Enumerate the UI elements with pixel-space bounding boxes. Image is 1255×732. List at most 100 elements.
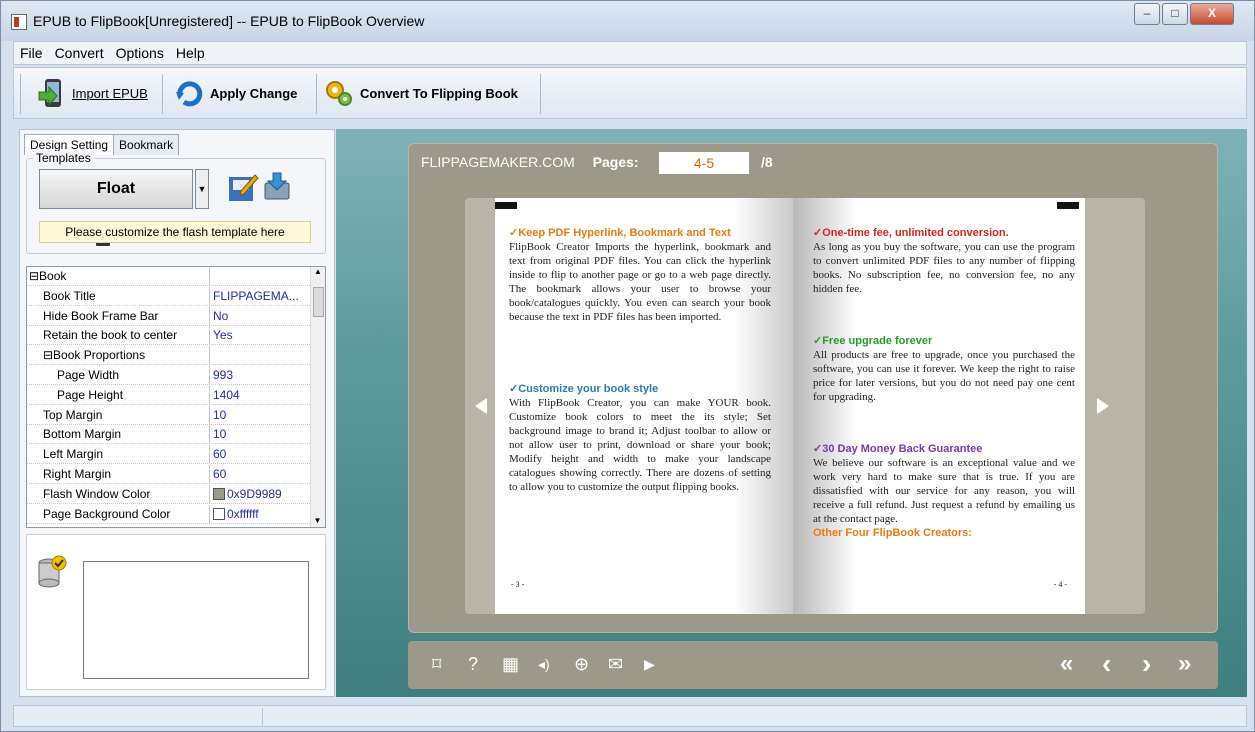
pages-label: Pages: — [592, 154, 639, 170]
autoplay-icon[interactable]: ▶ — [644, 653, 655, 675]
tab-bookmark[interactable]: Bookmark — [113, 134, 180, 155]
right-section: ✓Free upgrade forever All products are f… — [813, 334, 1075, 404]
thumbnails-icon[interactable]: ▦ — [502, 653, 519, 675]
help-icon[interactable]: ? — [468, 653, 478, 675]
viewer-header: FLIPPAGEMAKER.COM Pages: — [421, 154, 639, 170]
property-key: Page Background Color — [27, 504, 210, 524]
prev-page-icon[interactable]: ‹ — [1102, 650, 1111, 678]
section-heading: ✓Customize your book style — [509, 383, 659, 395]
prev-page-arrow[interactable] — [475, 398, 487, 414]
property-value[interactable]: 60 — [213, 445, 309, 464]
import-epub-label: Import EPUB — [72, 85, 148, 101]
property-row[interactable]: Left Margin 60 — [27, 445, 310, 465]
property-row[interactable]: ⊟Book — [27, 267, 310, 286]
email-icon[interactable]: ✉ — [608, 653, 623, 675]
menu-help[interactable]: Help — [170, 42, 211, 61]
status-bar — [13, 705, 1247, 727]
last-page-icon[interactable]: » — [1178, 652, 1191, 676]
page-number-field[interactable]: 4-5 — [659, 152, 749, 174]
property-key: Flash Window Color — [27, 484, 210, 504]
convert-label: Convert To Flipping Book — [360, 85, 518, 101]
property-key: Top Margin — [27, 405, 210, 425]
app-icon — [11, 14, 27, 30]
next-page-arrow[interactable] — [1097, 398, 1109, 414]
property-value[interactable]: FLIPPAGEMA... — [213, 287, 309, 306]
section-heading: ✓One-time fee, unlimited conversion. — [813, 227, 1009, 239]
database-check-icon — [38, 555, 67, 588]
viewer-control-bar: ⌑ ? ▦ ◂) ⊕ ✉ ▶ « ‹ › » — [408, 641, 1218, 689]
property-value[interactable]: 993 — [213, 366, 309, 385]
sound-icon[interactable]: ◂) — [538, 653, 550, 675]
property-row[interactable]: Right Margin 60 — [27, 465, 310, 484]
preview-panel — [26, 534, 326, 690]
next-page-icon[interactable]: › — [1142, 650, 1151, 678]
convert-button[interactable]: Convert To Flipping Book — [324, 76, 518, 110]
property-row[interactable]: Bottom Margin 10 — [27, 425, 310, 445]
edit-template-icon[interactable] — [227, 171, 259, 203]
import-icon — [38, 79, 61, 107]
section-text: We believe our software is an exceptiona… — [813, 457, 1075, 525]
property-key: Book Title — [27, 286, 210, 306]
template-select-button[interactable]: Float — [39, 169, 193, 246]
toolbar-separator — [540, 74, 541, 114]
close-button[interactable]: X — [1190, 3, 1234, 25]
property-value[interactable]: 60 — [213, 465, 309, 484]
color-swatch — [213, 507, 225, 520]
property-row[interactable]: Retain the book to center Yes — [27, 326, 310, 346]
open-book: ✓Keep PDF Hyperlink, Bookmark and Text F… — [465, 198, 1145, 614]
import-epub-button[interactable]: Import EPUB — [36, 76, 148, 110]
section-heading: ✓Keep PDF Hyperlink, Bookmark and Text — [509, 227, 731, 239]
book-frame: FLIPPAGEMAKER.COM Pages: 4-5 /8 ✓Keep PD… — [408, 143, 1218, 633]
save-template-icon[interactable] — [261, 171, 293, 203]
property-value[interactable]: 0xffffff — [213, 505, 309, 524]
property-key: Right Margin — [27, 465, 210, 484]
scrollbar-thumb[interactable] — [313, 287, 324, 317]
property-value[interactable] — [213, 346, 309, 365]
left-section: ✓Customize your book style With FlipBook… — [509, 382, 771, 494]
property-row[interactable]: Flash Window Color 0x9D9989 — [27, 484, 310, 504]
zoom-icon[interactable]: ⊕ — [574, 653, 589, 675]
property-value[interactable]: Yes — [213, 326, 309, 345]
property-value[interactable]: 10 — [213, 425, 309, 444]
window-title: EPUB to FlipBook[Unregistered] -- EPUB t… — [33, 13, 425, 29]
property-key: Page Width — [27, 366, 210, 385]
first-page-icon[interactable]: « — [1060, 652, 1073, 676]
menu-bar: File Convert Options Help — [13, 41, 1247, 65]
property-scrollbar[interactable]: ▲ ▼ — [310, 267, 325, 527]
property-key: ⊟Book — [27, 267, 210, 286]
page-number: - 4 - — [1053, 580, 1067, 589]
menu-options[interactable]: Options — [110, 42, 170, 61]
property-row[interactable]: Page Height 1404 — [27, 385, 310, 405]
site-name: FLIPPAGEMAKER.COM — [421, 154, 575, 170]
property-value[interactable]: 0x9D9989 — [213, 485, 309, 504]
property-row[interactable]: Book Title FLIPPAGEMA... — [27, 286, 310, 306]
template-dropdown-button[interactable]: ▼ — [195, 169, 209, 209]
maximize-button[interactable]: □ — [1162, 3, 1188, 25]
flipbook-preview-stage: FLIPPAGEMAKER.COM Pages: 4-5 /8 ✓Keep PD… — [336, 129, 1247, 697]
property-row[interactable]: Page Background Color 0xffffff — [27, 504, 310, 524]
apply-change-button[interactable]: Apply Change — [174, 76, 297, 110]
toolbar: Import EPUB Apply Change Convert To Flip… — [13, 67, 1247, 119]
menu-convert[interactable]: Convert — [49, 42, 110, 61]
property-key: Hide Book Frame Bar — [27, 306, 210, 326]
property-value[interactable]: 10 — [213, 406, 309, 425]
section-heading: ✓Free upgrade forever — [813, 335, 933, 347]
property-value[interactable]: 1404 — [213, 386, 309, 405]
toolbar-separator — [316, 74, 317, 114]
minimize-button[interactable]: – — [1134, 3, 1160, 25]
fullscreen-icon[interactable]: ⌑ — [432, 653, 441, 675]
property-value[interactable] — [213, 267, 309, 286]
menu-file[interactable]: File — [14, 42, 49, 61]
template-hint[interactable]: Please customize the flash template here — [39, 221, 311, 243]
app-window: EPUB to FlipBook[Unregistered] -- EPUB t… — [0, 0, 1255, 732]
section-text: As long as you buy the software, you can… — [813, 241, 1075, 295]
left-page: ✓Keep PDF Hyperlink, Bookmark and Text F… — [495, 198, 793, 614]
property-row[interactable]: ⊟Book Proportions — [27, 346, 310, 366]
property-value[interactable]: No — [213, 307, 309, 326]
property-row[interactable]: Hide Book Frame Bar No — [27, 306, 310, 326]
page-number: - 3 - — [511, 580, 525, 589]
right-section: ✓One-time fee, unlimited conversion. As … — [813, 226, 1075, 296]
property-row[interactable]: Page Width 993 — [27, 366, 310, 385]
right-section: ✓30 Day Money Back Guarantee We believe … — [813, 442, 1075, 540]
property-row[interactable]: Top Margin 10 — [27, 405, 310, 425]
